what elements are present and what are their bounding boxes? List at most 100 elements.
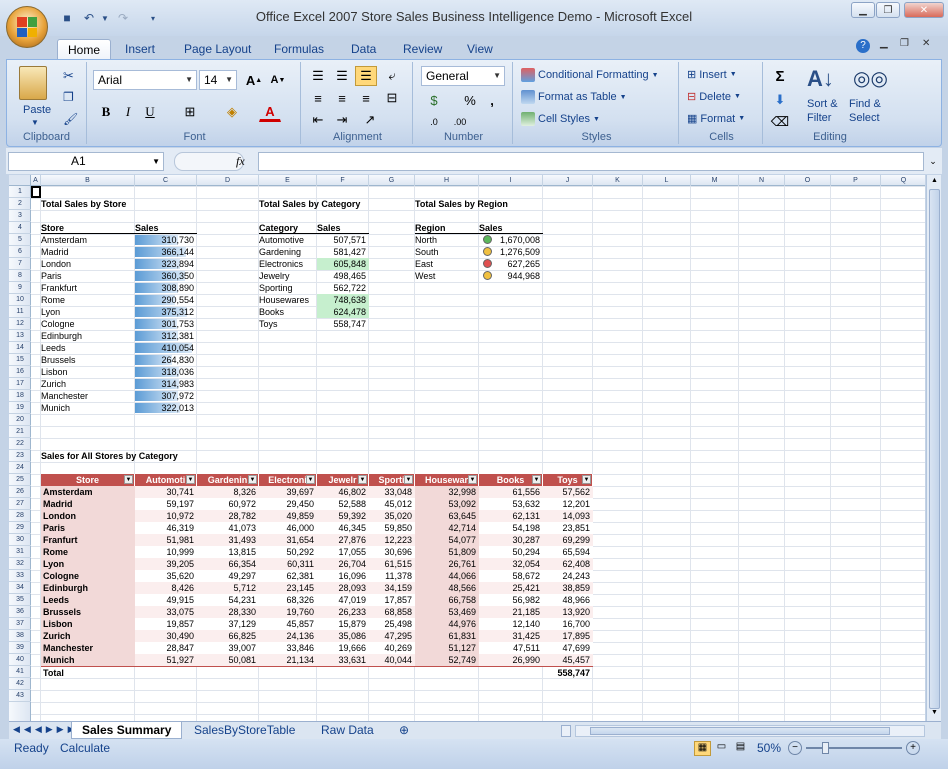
table-column-header[interactable]: Electroni▼ [259, 474, 317, 486]
row-header[interactable]: 19 [9, 402, 31, 414]
zoom-level[interactable]: 50% [757, 741, 781, 755]
sort-filter-icon[interactable]: A↓ [807, 66, 837, 96]
sales-header[interactable]: Sales [135, 222, 197, 234]
table-column-header[interactable]: Gardenin▼ [197, 474, 259, 486]
row-header[interactable]: 34 [9, 582, 31, 594]
table-value-cell[interactable]: 13,920 [543, 606, 593, 618]
increase-decimal-icon[interactable]: .0 [423, 112, 445, 132]
table-value-cell[interactable]: 16,096 [317, 570, 369, 582]
table-value-cell[interactable]: 28,093 [317, 582, 369, 594]
table-value-cell[interactable]: 16,700 [543, 618, 593, 630]
table-value-cell[interactable]: 51,809 [415, 546, 479, 558]
table-value-cell[interactable]: 46,000 [259, 522, 317, 534]
table-value-cell[interactable]: 47,699 [543, 642, 593, 654]
cell-styles-button[interactable]: Cell Styles▼ [521, 112, 600, 126]
table-value-cell[interactable]: 32,054 [479, 558, 543, 570]
cut-icon[interactable]: ✂ [63, 68, 74, 84]
table-column-header[interactable]: Sporti▼ [369, 474, 415, 486]
horizontal-scroll-thumb[interactable] [590, 727, 890, 735]
status-calculate[interactable]: Calculate [60, 741, 110, 755]
tab-formulas[interactable]: Formulas [264, 39, 334, 60]
table-value-cell[interactable]: 21,134 [259, 654, 317, 666]
column-header-d[interactable]: D [197, 175, 259, 186]
borders-icon[interactable]: ⊞ [179, 102, 201, 122]
table-value-cell[interactable]: 31,425 [479, 630, 543, 642]
row-header[interactable]: 17 [9, 378, 31, 390]
row-header[interactable]: 28 [9, 510, 31, 522]
table-value-cell[interactable]: 30,490 [135, 630, 197, 642]
comma-style-icon[interactable]: , [481, 90, 503, 110]
store-sales-value[interactable]: 366,144 [135, 246, 197, 258]
table-value-cell[interactable]: 26,233 [317, 606, 369, 618]
table-value-cell[interactable]: 29,450 [259, 498, 317, 510]
column-header-m[interactable]: M [691, 175, 739, 186]
table-value-cell[interactable]: 41,073 [197, 522, 259, 534]
sheet-nav-icons[interactable]: ◀◀◀▶▶▶ [13, 724, 79, 735]
table-value-cell[interactable]: 28,782 [197, 510, 259, 522]
table-value-cell[interactable]: 48,566 [415, 582, 479, 594]
row-header[interactable]: 23 [9, 450, 31, 462]
filter-dropdown-icon[interactable]: ▼ [248, 475, 257, 484]
category-sales-value[interactable]: 562,722 [317, 282, 369, 294]
category-sales-value[interactable]: 581,427 [317, 246, 369, 258]
table-value-cell[interactable]: 62,131 [479, 510, 543, 522]
sort-filter-button[interactable]: Sort & [807, 98, 838, 110]
region-sales-value[interactable]: 1,276,509 [479, 246, 543, 258]
underline-icon[interactable]: U [139, 102, 161, 122]
insert-function-button[interactable]: fx [236, 154, 245, 169]
vertical-scroll-thumb[interactable] [929, 189, 940, 709]
row-header[interactable]: 42 [9, 678, 31, 690]
row-header[interactable]: 32 [9, 558, 31, 570]
region-name[interactable]: West [415, 270, 479, 282]
row-header[interactable]: 35 [9, 594, 31, 606]
table-value-cell[interactable]: 17,055 [317, 546, 369, 558]
region-name[interactable]: East [415, 258, 479, 270]
table-value-cell[interactable]: 26,704 [317, 558, 369, 570]
store-sales-value[interactable]: 312,381 [135, 330, 197, 342]
table-value-cell[interactable]: 48,966 [543, 594, 593, 606]
column-header-k[interactable]: K [593, 175, 643, 186]
font-color-icon[interactable]: A [259, 102, 281, 122]
store-sales-value[interactable]: 410,054 [135, 342, 197, 354]
align-center-icon[interactable]: ≡ [331, 88, 353, 108]
tab-review[interactable]: Review [393, 39, 452, 60]
scroll-up-icon[interactable]: ▲ [929, 177, 940, 188]
category-sales-value[interactable]: 507,571 [317, 234, 369, 246]
paste-icon[interactable] [19, 66, 47, 100]
ribbon-close-icon[interactable]: ✕ [922, 38, 930, 49]
select-all-corner[interactable] [9, 175, 31, 186]
accounting-format-icon[interactable]: $ [423, 90, 445, 110]
store-name[interactable]: Brussels [41, 354, 135, 366]
table-value-cell[interactable]: 54,077 [415, 534, 479, 546]
table-value-cell[interactable]: 45,457 [543, 654, 593, 666]
table-value-cell[interactable]: 53,632 [479, 498, 543, 510]
store-name[interactable]: Rome [41, 294, 135, 306]
grow-font-icon[interactable]: A▲ [243, 70, 265, 90]
table-value-cell[interactable]: 8,426 [135, 582, 197, 594]
category-name[interactable]: Jewelry [259, 270, 317, 282]
category-name[interactable]: Automotive [259, 234, 317, 246]
ribbon-restore-icon[interactable]: ❐ [900, 38, 909, 49]
table-value-cell[interactable]: 27,876 [317, 534, 369, 546]
paste-dropdown-icon[interactable]: ▼ [31, 118, 39, 127]
row-header[interactable]: 12 [9, 318, 31, 330]
table-value-cell[interactable]: 28,330 [197, 606, 259, 618]
store-name[interactable]: Lyon [41, 306, 135, 318]
table-value-cell[interactable]: 35,020 [369, 510, 415, 522]
conditional-formatting-button[interactable]: Conditional Formatting▼ [521, 68, 659, 82]
zoom-slider[interactable] [806, 747, 902, 749]
category-sales-value[interactable]: 558,747 [317, 318, 369, 330]
table-value-cell[interactable]: 25,421 [479, 582, 543, 594]
row-header[interactable]: 4 [9, 222, 31, 234]
table-value-cell[interactable]: 40,044 [369, 654, 415, 666]
table-value-cell[interactable]: 61,831 [415, 630, 479, 642]
table-value-cell[interactable]: 50,294 [479, 546, 543, 558]
store-name[interactable]: Cologne [41, 318, 135, 330]
table-value-cell[interactable]: 14,093 [543, 510, 593, 522]
table-value-cell[interactable]: 23,851 [543, 522, 593, 534]
format-painter-icon[interactable]: 🖌 [63, 112, 78, 126]
store-sales-value[interactable]: 375,312 [135, 306, 197, 318]
category-name[interactable]: Books [259, 306, 317, 318]
align-left-icon[interactable]: ≡ [307, 88, 329, 108]
autosum-icon[interactable]: Σ [769, 66, 791, 86]
